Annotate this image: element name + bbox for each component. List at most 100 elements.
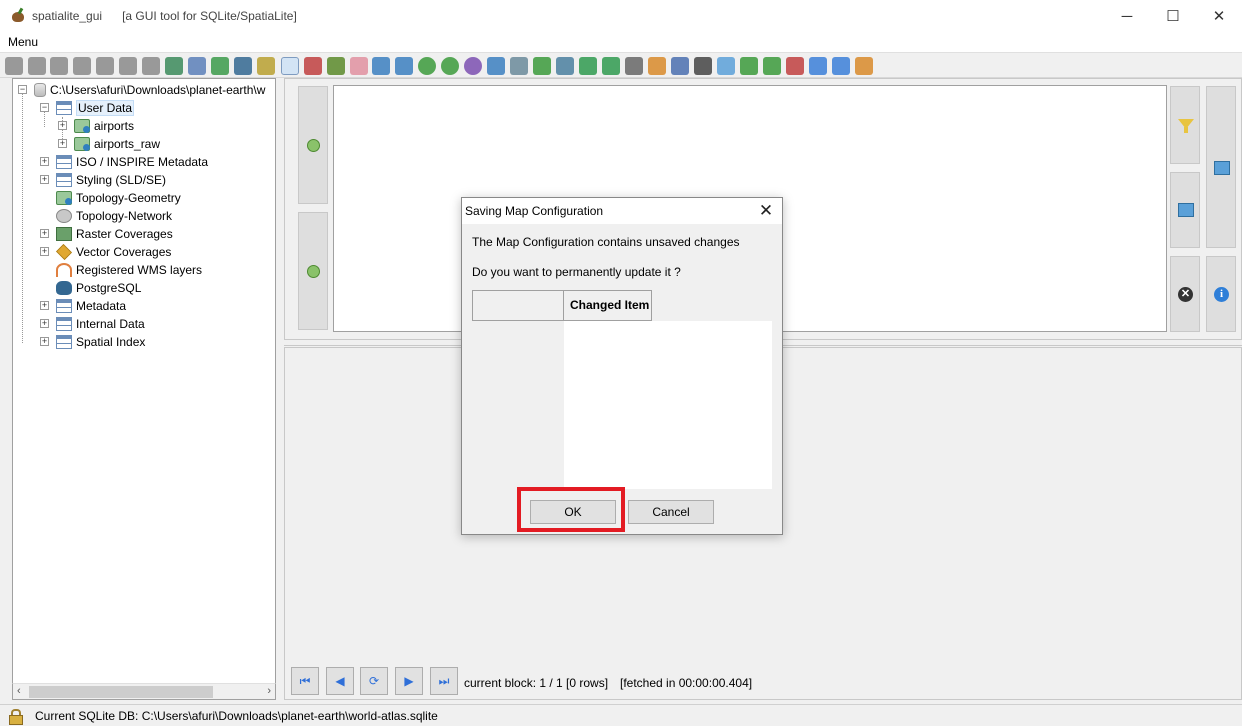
tree-item-user-data[interactable]: − User Data (40, 99, 135, 117)
tree-item-airports-raw[interactable]: + airports_raw (58, 135, 160, 153)
dialog-close-button[interactable]: ✕ (754, 199, 778, 223)
brain-icon[interactable] (350, 57, 368, 75)
refresh-button[interactable]: ⟳ (360, 667, 388, 695)
tree-item-label: ISO / INSPIRE Metadata (76, 155, 209, 169)
scroll-left-icon[interactable]: ‹ (17, 685, 21, 697)
cancel-button[interactable]: Cancel (628, 500, 714, 524)
tree-item-topology-geometry[interactable]: Topology-Geometry (40, 189, 181, 207)
expand-icon[interactable]: + (40, 247, 49, 256)
menu-item-menu[interactable]: Menu (8, 35, 38, 49)
maximize-button[interactable]: ☐ (1150, 0, 1196, 32)
minimize-button[interactable]: ─ (1104, 0, 1150, 32)
last-block-button[interactable]: ⏭ (430, 667, 458, 695)
dialog-message: The Map Configuration contains unsaved c… (472, 235, 740, 249)
help-icon[interactable] (832, 57, 850, 75)
network-icon[interactable] (740, 57, 758, 75)
tree-item-raster-coverages[interactable]: + Raster Coverages (40, 225, 173, 243)
scrollbar-thumb[interactable] (29, 686, 213, 698)
tree-item-vector-coverages[interactable]: + Vector Coverages (40, 243, 171, 261)
first-block-button[interactable]: ⏮ (291, 667, 319, 695)
tree-item-iso-inspire[interactable]: + ISO / INSPIRE Metadata (40, 153, 208, 171)
checkpoint-icon[interactable] (763, 57, 781, 75)
expand-icon[interactable]: + (40, 337, 49, 346)
wms-icon[interactable] (717, 57, 735, 75)
clone-db-icon[interactable] (119, 57, 137, 75)
sql-history-forward-button[interactable] (298, 212, 328, 330)
collapse-icon[interactable]: − (40, 103, 49, 112)
map-icon[interactable] (487, 57, 505, 75)
tree-item-styling[interactable]: + Styling (SLD/SE) (40, 171, 166, 189)
tree-item-airports[interactable]: + airports (58, 117, 134, 135)
raster-icon[interactable] (257, 57, 275, 75)
expand-icon[interactable]: + (58, 139, 67, 148)
grid-body[interactable] (564, 321, 772, 489)
excel-icon[interactable] (579, 57, 597, 75)
spreadsheet-icon[interactable] (602, 57, 620, 75)
sql-info-button[interactable]: i (1206, 256, 1236, 332)
changed-items-grid[interactable]: Changed Item (472, 290, 772, 490)
layer-icon[interactable] (533, 57, 551, 75)
load-sql-button[interactable] (1170, 172, 1200, 248)
save-memory-db-icon[interactable] (96, 57, 114, 75)
expand-icon[interactable]: + (40, 229, 49, 238)
a-icon[interactable] (786, 57, 804, 75)
tree-item-postgresql[interactable]: PostgreSQL (40, 279, 141, 297)
connect-icon[interactable] (5, 57, 23, 75)
execute-sql-button[interactable] (1206, 86, 1236, 248)
print-icon[interactable] (510, 57, 528, 75)
eye-icon[interactable] (625, 57, 643, 75)
globe2-icon[interactable] (441, 57, 459, 75)
tree-item-wms-layers[interactable]: Registered WMS layers (40, 261, 202, 279)
folder-table-icon (56, 173, 72, 187)
tree-item-topology-network[interactable]: Topology-Network (40, 207, 172, 225)
folder-table-icon (56, 155, 72, 169)
load-shapefile-icon[interactable] (211, 57, 229, 75)
tree-horizontal-scrollbar[interactable]: ‹ › (12, 683, 276, 700)
tree-item-label: Topology-Geometry (76, 191, 181, 205)
table-icon[interactable] (281, 57, 299, 75)
bug-icon[interactable] (327, 57, 345, 75)
postgresql-icon[interactable] (234, 57, 252, 75)
grid-column-header[interactable]: Changed Item (563, 290, 652, 321)
previous-block-button[interactable]: ◀ (326, 667, 354, 695)
next-block-button[interactable]: ▶ (395, 667, 423, 695)
filter-button[interactable] (1170, 86, 1200, 164)
tree-root[interactable]: − C:\Users\afuri\Downloads\planet-earth\… (18, 81, 265, 99)
expand-icon[interactable]: + (40, 157, 49, 166)
clear-icon: ✕ (1178, 287, 1193, 302)
styles-icon[interactable] (648, 57, 666, 75)
list-icon[interactable] (694, 57, 712, 75)
chart-icon[interactable] (304, 57, 322, 75)
globe-icon[interactable] (418, 57, 436, 75)
tree-item-spatial-index[interactable]: + Spatial Index (40, 333, 145, 351)
sql-script-icon[interactable] (188, 57, 206, 75)
sql-history-back-button[interactable] (298, 86, 328, 204)
memory-db-icon[interactable] (73, 57, 91, 75)
folder-table-icon (56, 299, 72, 313)
scroll-right-icon[interactable]: › (267, 685, 271, 697)
tree-item-metadata[interactable]: + Metadata (40, 297, 126, 315)
export-icon[interactable] (142, 57, 160, 75)
expand-icon[interactable]: + (40, 319, 49, 328)
globe3-icon[interactable] (464, 57, 482, 75)
disconnect-icon[interactable] (28, 57, 46, 75)
export-data-icon[interactable] (395, 57, 413, 75)
collapse-icon[interactable]: − (18, 85, 27, 94)
tree-item-internal-data[interactable]: + Internal Data (40, 315, 145, 333)
close-button[interactable]: ✕ (1196, 0, 1242, 32)
vacuum-icon[interactable] (165, 57, 183, 75)
expand-icon[interactable]: + (58, 121, 67, 130)
layer2-icon[interactable] (556, 57, 574, 75)
expand-icon[interactable]: + (40, 175, 49, 184)
import-icon[interactable] (372, 57, 390, 75)
expand-icon[interactable]: + (40, 301, 49, 310)
app-icon (10, 8, 26, 24)
copy-icon[interactable] (671, 57, 689, 75)
saving-map-config-dialog: Saving Map Configuration ✕ The Map Confi… (461, 197, 783, 535)
db-tree[interactable]: − C:\Users\afuri\Downloads\planet-earth\… (12, 78, 276, 698)
info-icon[interactable] (809, 57, 827, 75)
exit-icon[interactable] (855, 57, 873, 75)
clear-sql-button[interactable]: ✕ (1170, 256, 1200, 332)
create-db-icon[interactable] (50, 57, 68, 75)
tree-item-label: Raster Coverages (76, 227, 173, 241)
